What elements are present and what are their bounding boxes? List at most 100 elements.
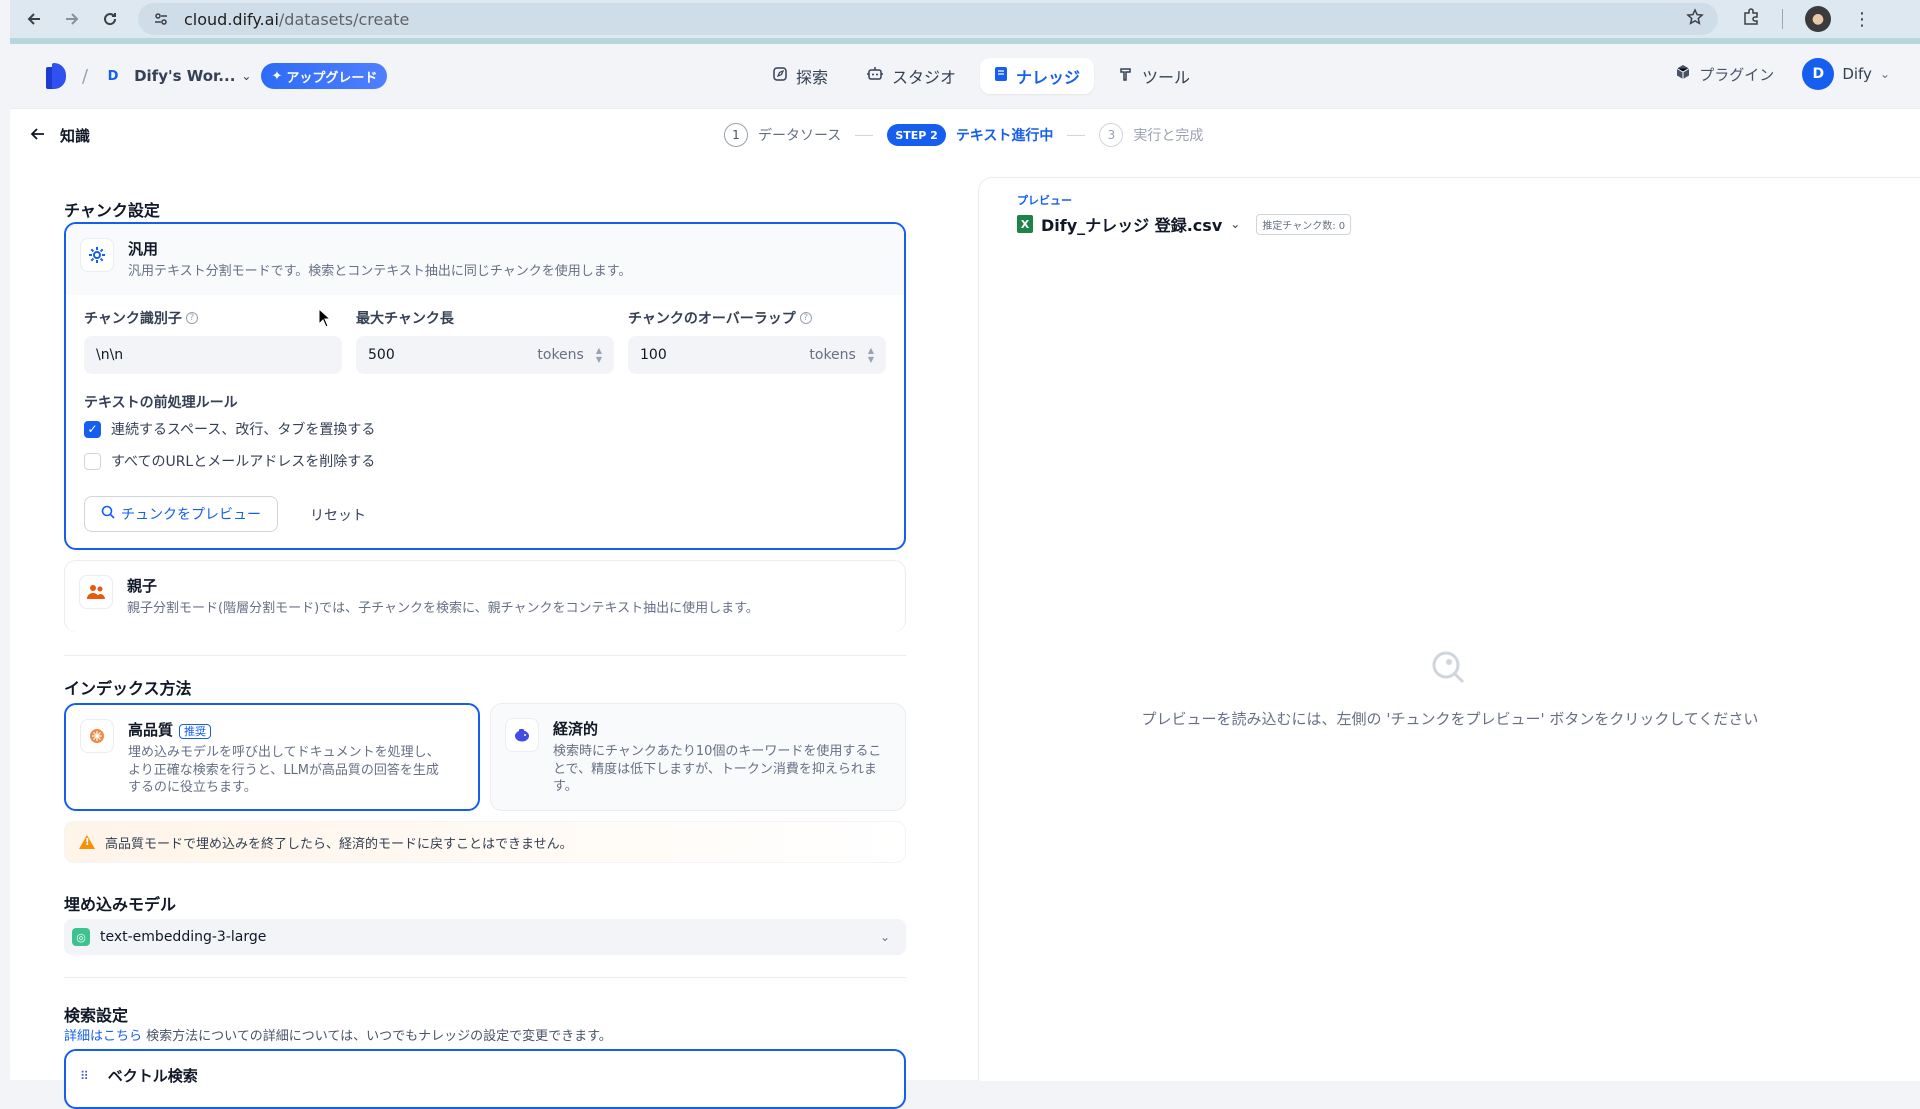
back-to-knowledge[interactable]: 知識 (30, 125, 90, 146)
separator-label-text: チャンク識別子 (84, 311, 182, 327)
preview-file-selector[interactable]: X Dify_ナレッジ 登録.csv ⌄ 推定チャンク数: 0 (1017, 212, 1352, 236)
parent-child-title: 親子 (127, 577, 158, 595)
checkbox-checked-icon[interactable]: ✓ (84, 420, 101, 438)
estimated-chunk-count: 推定チャンク数: 0 (1256, 213, 1352, 235)
nav-knowledge[interactable]: ナレッジ (980, 58, 1095, 94)
url-host: cloud.dify.ai (184, 9, 279, 29)
robot-icon (866, 66, 884, 86)
step-2-label: テキスト進行中 (955, 128, 1054, 144)
economical-title: 経済的 (553, 720, 599, 738)
openai-model-icon: ◎ (72, 928, 90, 946)
number-stepper-icon[interactable]: ▲ ▼ (868, 346, 874, 364)
chunk-mode-general-card[interactable]: 汎用 汎用テキスト分割モードです。検索とコンテキスト抽出に同じチャンクを使用しま… (64, 222, 906, 550)
url-path: /datasets/create (278, 9, 410, 29)
overlap-unit: tokens (809, 347, 856, 363)
workspace-name[interactable]: Dify's Wor... (134, 67, 235, 85)
overlap-label-text: チャンクのオーバーラップ (628, 311, 796, 327)
profile-avatar-icon[interactable]: ● (1805, 6, 1831, 32)
overlap-value: 100 (640, 347, 667, 363)
chunk-mode-parent-child-card[interactable]: 親子 親子分割モード(階層分割モード)では、子チャンクを検索に、親チャンクをコン… (64, 560, 906, 632)
site-settings-icon[interactable] (150, 8, 172, 30)
reset-button[interactable]: リセット (310, 505, 366, 525)
embedding-model-title: 埋め込みモデル (64, 895, 177, 914)
high-quality-title-row: 高品質 推奨 (128, 719, 448, 740)
extensions-puzzle-icon[interactable] (1742, 8, 1760, 30)
preprocess-rules-title: テキストの前処理ルール (84, 395, 238, 411)
help-icon[interactable]: ? (185, 312, 198, 324)
sparkle-orb-icon (80, 719, 114, 753)
step-connector (1067, 134, 1086, 136)
header-right: プラグイン D Dify ⌄ (1675, 58, 1890, 90)
overlap-label: チャンクのオーバーラップ? (628, 308, 812, 328)
vector-search-card[interactable]: ⠿ ベクトル検索 (64, 1049, 906, 1109)
browser-toolbar: cloud.dify.ai/datasets/create ● ⋮ (10, 0, 1920, 38)
forward-arrow-icon[interactable] (58, 5, 86, 33)
arrow-left-icon (30, 127, 46, 145)
rule-remove-urls[interactable]: すべてのURLとメールアドレスを削除する (84, 451, 375, 471)
parent-child-card-header: 親子 親子分割モード(階層分割モード)では、子チャンクを検索に、親チャンクをコン… (65, 561, 905, 632)
step-1-number: 1 (724, 123, 748, 147)
help-icon[interactable]: ? (799, 312, 812, 324)
overlap-input[interactable]: 100 tokens ▲ ▼ (628, 336, 886, 374)
mouse-cursor-icon (318, 308, 332, 328)
nav-knowledge-label: ナレッジ (1016, 68, 1081, 87)
header-separator: / (82, 65, 89, 87)
learn-more-link[interactable]: 詳細はこちら (64, 1029, 142, 1044)
search-empty-icon (1429, 648, 1469, 692)
chevron-down-icon[interactable]: ⌄ (241, 69, 251, 83)
max-length-value: 500 (368, 347, 395, 363)
back-label: 知識 (60, 127, 91, 145)
embedding-model-select[interactable]: ◎ text-embedding-3-large ⌄ (64, 919, 906, 955)
nav-tools[interactable]: ツール (1104, 58, 1204, 94)
separator-input[interactable]: \n\n (84, 336, 342, 374)
nav-studio[interactable]: スタジオ (852, 58, 970, 94)
workspace-initial: D (107, 68, 119, 84)
nav-explore[interactable]: 探索 (758, 58, 842, 94)
index-high-quality-card[interactable]: 高品質 推奨 埋め込みモデルを呼び出してドキュメントを処理し、より正確な検索を行う… (64, 703, 480, 811)
high-quality-title: 高品質 (128, 721, 174, 739)
preview-chunk-button[interactable]: チュンクをプレビュー (84, 496, 278, 532)
preview-file-name: Dify_ナレッジ 登録.csv (1041, 216, 1223, 235)
chevron-down-icon: ⌄ (1230, 217, 1241, 231)
search-zoom-icon (101, 505, 115, 523)
back-arrow-icon[interactable] (20, 5, 48, 33)
grid-dots-icon: ⠿ (80, 1068, 90, 1083)
step-2-badge: STEP 2 (887, 124, 946, 146)
chevron-down-icon: ⌄ (879, 930, 890, 944)
bookmark-star-icon[interactable] (1686, 8, 1704, 30)
index-economical-card[interactable]: 経済的 検索時にチャンクあたり10個のキーワードを使用することで、精度は低下しま… (490, 703, 906, 811)
sparkle-icon: ✦ (271, 68, 283, 84)
address-bar[interactable]: cloud.dify.ai/datasets/create (138, 3, 1718, 35)
separator-label: チャンク識別子? (84, 308, 198, 328)
reload-icon[interactable] (96, 5, 124, 33)
preview-panel: プレビュー X Dify_ナレッジ 登録.csv ⌄ 推定チャンク数: 0 プレ… (978, 177, 1920, 1081)
nav-tools-label: ツール (1142, 68, 1191, 87)
rule-replace-spaces[interactable]: ✓ 連続するスペース、改行、タブを置換する (84, 419, 375, 439)
main-nav: 探索 スタジオ ナレッジ ツール (758, 58, 1204, 94)
checkbox-unchecked-icon[interactable] (84, 452, 101, 470)
upgrade-button[interactable]: ✦ アップグレード (261, 63, 388, 89)
plugin-button[interactable]: プラグイン (1675, 64, 1774, 85)
hammer-icon (1118, 66, 1134, 86)
max-length-input[interactable]: 500 tokens ▲ ▼ (356, 336, 614, 374)
preview-chunk-label: チュンクをプレビュー (121, 507, 261, 523)
app-header: / D Dify's Wor... ⌄ ✦ アップグレード 探索 スタジオ ナレッ… (10, 44, 1920, 108)
user-menu[interactable]: D Dify ⌄ (1802, 58, 1890, 90)
users-icon (79, 575, 113, 609)
rule-replace-spaces-label: 連続するスペース、改行、タブを置換する (111, 422, 376, 438)
max-length-label: 最大チャンク長 (356, 311, 454, 327)
section-divider (64, 655, 906, 656)
plugin-label: プラグイン (1699, 65, 1775, 84)
excel-file-icon: X (1017, 215, 1033, 233)
toolbar-divider (1782, 9, 1783, 29)
number-stepper-icon[interactable]: ▲ ▼ (596, 346, 602, 364)
browser-menu-icon[interactable]: ⋮ (1853, 9, 1871, 30)
warning-triangle-icon: ! (79, 835, 95, 849)
separator-value: \n\n (96, 347, 124, 363)
retrieval-help-text: 詳細はこちら 検索方法についての詳細については、いつでもナレッジの設定で変更でき… (64, 1025, 612, 1044)
piggy-bank-icon (505, 718, 539, 752)
index-method-title: インデックス方法 (64, 679, 192, 698)
rule-remove-urls-label: すべてのURLとメールアドレスを削除する (111, 454, 376, 470)
nav-explore-label: 探索 (796, 68, 829, 87)
dify-logo-icon[interactable] (46, 63, 68, 89)
